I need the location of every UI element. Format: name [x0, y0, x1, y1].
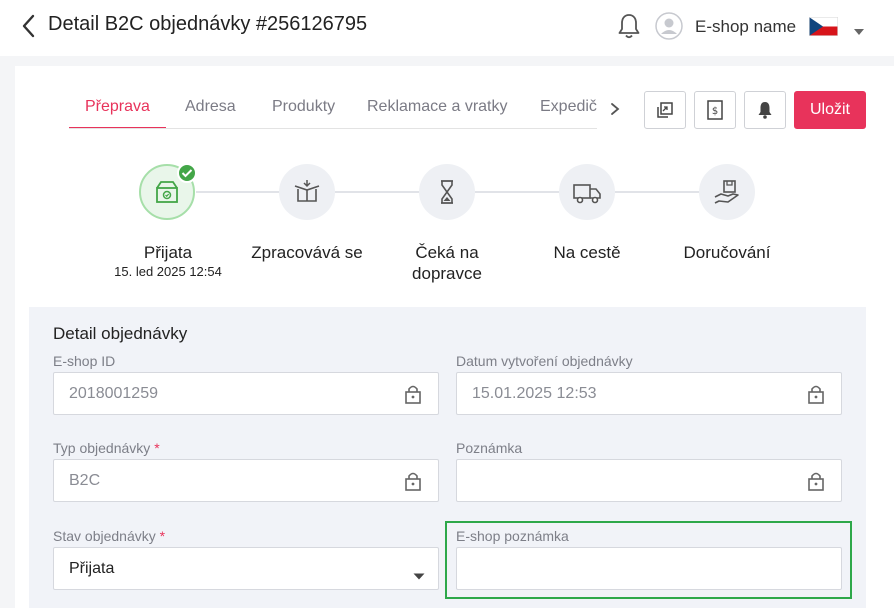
page-title: Detail B2C objednávky #256126795: [48, 13, 368, 35]
eshop-id-label: E-shop ID: [53, 353, 116, 369]
step-label: Zpracovává se: [251, 243, 363, 262]
chevron-down-icon[interactable]: [853, 23, 865, 35]
step-connector: [335, 191, 419, 193]
order-type-label-text: Typ objednávky: [53, 440, 151, 456]
hourglass-icon: [441, 180, 453, 204]
tab-bar: Přeprava Adresa Produkty Reklamace a vra…: [69, 86, 597, 129]
step-label: Doručování: [683, 243, 771, 262]
step-date: 15. led 2025 12:54: [114, 264, 222, 279]
created-date-value: 15.01.2025 12:53: [472, 385, 597, 402]
invoice-icon: $: [707, 100, 723, 120]
bell-filled-icon: [758, 102, 772, 119]
tab-preprava[interactable]: Přeprava: [85, 98, 150, 116]
eshop-id-field: 2018001259: [53, 372, 439, 415]
step-label: Čeká na dopravce: [412, 243, 482, 283]
tab-expedice[interactable]: Expedič: [540, 98, 597, 116]
eshop-note-input[interactable]: [456, 547, 842, 590]
lock-icon: [404, 470, 422, 492]
tab-reklamace[interactable]: Reklamace a vratky: [367, 98, 508, 116]
tab-adresa[interactable]: Adresa: [185, 98, 236, 116]
required-mark: *: [159, 528, 166, 544]
section-title: Detail objednávky: [53, 324, 188, 343]
chevron-down-icon: [413, 567, 425, 580]
lock-icon: [404, 383, 422, 405]
notify-button[interactable]: [744, 91, 786, 129]
user-avatar-icon[interactable]: [655, 12, 683, 40]
active-tab-indicator: [69, 127, 166, 128]
eshop-id-value: 2018001259: [69, 385, 158, 402]
invoice-button[interactable]: $: [694, 91, 736, 129]
order-type-label: Typ objednávky *: [53, 440, 160, 456]
created-date-label: Datum vytvoření objednávky: [456, 353, 633, 369]
step-label: Na cestě: [553, 243, 621, 262]
step-label: Přijata: [143, 243, 193, 262]
order-state-value: Přijata: [69, 560, 115, 577]
order-state-label: Stav objednávky *: [53, 528, 165, 544]
step-zpracovava: [279, 164, 335, 220]
svg-text:$: $: [712, 106, 718, 117]
order-type-value: B2C: [69, 472, 101, 489]
box-icon: [156, 181, 178, 203]
lock-icon: [807, 383, 825, 405]
eshop-note-label: E-shop poznámka: [456, 528, 569, 544]
step-dorucovani: [699, 164, 755, 220]
czech-flag-icon[interactable]: [809, 17, 838, 36]
shop-name[interactable]: E-shop name: [695, 17, 796, 37]
tab-produkty[interactable]: Produkty: [272, 98, 335, 116]
back-arrow-icon[interactable]: [18, 12, 40, 40]
note-field: [456, 459, 842, 502]
step-na-ceste: [559, 164, 615, 220]
required-mark: *: [154, 440, 160, 456]
hand-package-icon: [714, 180, 739, 204]
step-connector: [615, 191, 699, 193]
step-connector: [196, 191, 280, 193]
bell-icon[interactable]: [616, 12, 642, 40]
top-bar: Detail B2C objednávky #256126795 E-shop …: [0, 0, 894, 56]
save-button[interactable]: Uložit: [794, 91, 866, 129]
open-box-icon: [294, 180, 320, 202]
copy-button[interactable]: [644, 91, 686, 129]
order-state-label-text: Stav objednávky: [53, 528, 156, 544]
step-connector: [475, 191, 559, 193]
chevron-right-icon[interactable]: [608, 100, 622, 118]
order-type-field: B2C: [53, 459, 439, 502]
step-ceka: [419, 164, 475, 220]
created-date-field: 15.01.2025 12:53: [456, 372, 842, 415]
truck-icon: [573, 184, 601, 204]
lock-icon: [807, 470, 825, 492]
check-icon: [177, 163, 197, 183]
copy-icon: [657, 102, 673, 118]
order-state-select[interactable]: Přijata: [53, 547, 439, 590]
note-label: Poznámka: [456, 440, 523, 456]
